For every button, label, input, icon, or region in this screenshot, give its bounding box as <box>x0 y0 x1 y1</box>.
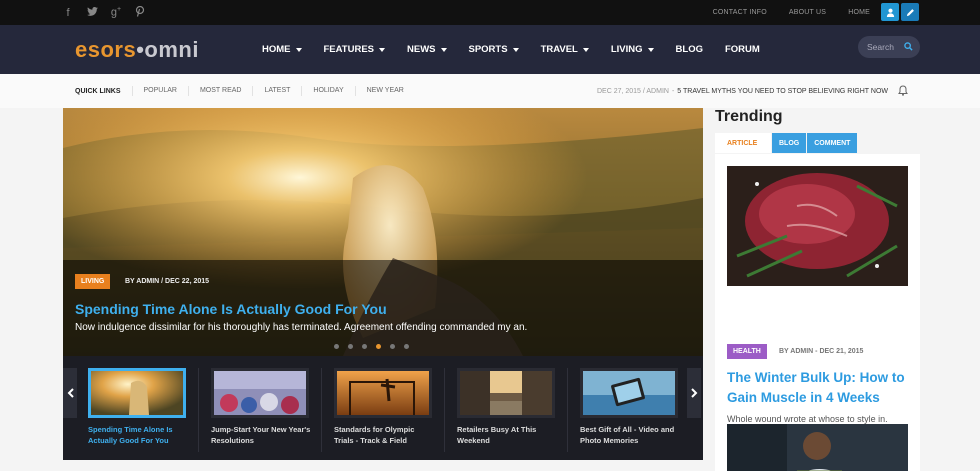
hero-byline: BY ADMIN / DEC 22, 2015 <box>125 278 210 285</box>
news-ticker[interactable]: DEC 27, 2015 / ADMIN - 5 TRAVEL MYTHS YO… <box>597 74 888 108</box>
thumb-divider <box>198 368 199 452</box>
health-badge[interactable]: HEALTH <box>727 344 767 359</box>
chevron-right-icon <box>690 388 697 398</box>
main-nav: HOME FEATURES NEWS SPORTS TRAVEL LIVING … <box>262 25 782 74</box>
featured-slider: LIVING BY ADMIN / DEC 22, 2015 Spending … <box>63 108 703 460</box>
chevron-down-icon <box>647 47 654 52</box>
pencil-icon <box>906 8 914 16</box>
top-bar: f g+ CONTACT INFO ABOUT US HOME <box>0 0 980 25</box>
thumb-item-2[interactable]: Jump-Start Your New Year's Resolutions <box>211 368 311 446</box>
thumb-title: Retailers Busy At This Weekend <box>457 425 537 445</box>
quick-link-latest[interactable]: LATEST <box>252 86 301 96</box>
thumb-image <box>211 368 309 418</box>
card-image-next[interactable] <box>727 424 908 471</box>
chevron-down-icon <box>379 47 385 52</box>
twitter-icon[interactable] <box>86 6 98 19</box>
search-box <box>858 36 920 58</box>
user-icon <box>886 8 894 17</box>
nav-home[interactable]: HOME <box>262 44 302 55</box>
slider-dot-active[interactable] <box>376 344 381 349</box>
nav-sports[interactable]: SPORTS <box>469 44 519 55</box>
thumb-image <box>88 368 186 418</box>
top-link-home[interactable]: HOME <box>848 9 870 16</box>
nav-living[interactable]: LIVING <box>611 44 654 55</box>
google-plus-icon[interactable]: g+ <box>110 6 122 19</box>
thumb-divider <box>567 368 568 452</box>
tab-article[interactable]: ARTICLE <box>715 133 771 153</box>
slider-dot[interactable] <box>404 344 409 349</box>
thumb-image <box>580 368 678 418</box>
hero-excerpt: Now indulgence dissimilar for his thorou… <box>75 322 528 333</box>
chevron-down-icon <box>440 47 447 52</box>
thumb-title: Spending Time Alone Is Actually Good For… <box>88 425 173 445</box>
card-meta: BY ADMIN - DEC 21, 2015 <box>779 348 864 355</box>
facebook-icon[interactable]: f <box>62 7 74 19</box>
slider-dot[interactable] <box>348 344 353 349</box>
ticker-headline[interactable]: 5 TRAVEL MYTHS YOU NEED TO STOP BELIEVIN… <box>677 88 888 95</box>
quick-links: QUICK LINKS POPULAR MOST READ LATEST HOL… <box>75 74 415 108</box>
site-header: esors•omni HOME FEATURES NEWS SPORTS TRA… <box>0 25 980 74</box>
nav-blog[interactable]: BLOG <box>676 44 703 55</box>
social-links: f g+ <box>62 0 146 25</box>
nav-forum[interactable]: FORUM <box>725 44 760 55</box>
quick-link-popular[interactable]: POPULAR <box>131 86 188 96</box>
pinterest-icon[interactable] <box>134 5 146 20</box>
trending-title: Trending <box>715 108 783 125</box>
slider-dots <box>334 344 409 349</box>
chevron-left-icon <box>67 388 74 398</box>
quick-link-holiday[interactable]: HOLIDAY <box>301 86 354 96</box>
quick-links-label: QUICK LINKS <box>75 87 121 95</box>
thumb-title: Standards for Olympic Trials - Track & F… <box>334 425 415 445</box>
thumb-title: Jump-Start Your New Year's Resolutions <box>211 425 311 445</box>
bell-icon[interactable] <box>898 85 908 96</box>
hero-title[interactable]: Spending Time Alone Is Actually Good For… <box>75 301 387 317</box>
trending-tabs: ARTICLE BLOG COMMENT <box>715 133 920 154</box>
ticker-meta: DEC 27, 2015 / ADMIN <box>596 87 669 95</box>
search-input[interactable] <box>867 40 907 54</box>
card-title[interactable]: The Winter Bulk Up: How to Gain Muscle i… <box>727 368 912 408</box>
thumb-item-5[interactable]: Best Gift of All - Video and Photo Memor… <box>580 368 680 446</box>
next-arrow-button[interactable] <box>687 368 701 418</box>
category-badge[interactable]: LIVING <box>75 274 111 289</box>
thumb-item-3[interactable]: Standards for Olympic Trials - Track & F… <box>334 368 434 446</box>
top-links: CONTACT INFO ABOUT US HOME <box>713 0 870 25</box>
ticker-separator: - <box>671 87 675 95</box>
card-image[interactable] <box>727 166 908 286</box>
chevron-down-icon <box>512 47 519 52</box>
slider-dot[interactable] <box>334 344 339 349</box>
nav-news[interactable]: NEWS <box>407 44 447 55</box>
prev-arrow-button[interactable] <box>63 368 77 418</box>
thumb-image <box>334 368 432 418</box>
nav-features[interactable]: FEATURES <box>324 44 385 55</box>
quick-links-bar: QUICK LINKS POPULAR MOST READ LATEST HOL… <box>0 74 980 108</box>
write-post-button[interactable] <box>901 3 919 21</box>
chevron-down-icon <box>582 47 589 52</box>
quick-link-most-read[interactable]: MOST READ <box>187 86 253 96</box>
tab-blog[interactable]: BLOG <box>772 133 807 153</box>
site-logo[interactable]: esors•omni <box>75 37 199 63</box>
thumb-divider <box>444 368 445 452</box>
thumb-image <box>457 368 555 418</box>
thumb-item-4[interactable]: Retailers Busy At This Weekend <box>457 368 557 446</box>
thumb-item-1[interactable]: Spending Time Alone Is Actually Good For… <box>88 368 188 446</box>
top-link-contact[interactable]: CONTACT INFO <box>713 9 767 16</box>
quick-link-new-year[interactable]: NEW YEAR <box>354 86 415 96</box>
thumb-divider <box>321 368 322 452</box>
slider-dot[interactable] <box>390 344 395 349</box>
tab-comment[interactable]: COMMENT <box>807 133 858 153</box>
user-account-button[interactable] <box>881 3 899 21</box>
nav-travel[interactable]: TRAVEL <box>541 44 589 55</box>
slider-dot[interactable] <box>362 344 367 349</box>
chevron-down-icon <box>295 47 302 52</box>
top-link-about[interactable]: ABOUT US <box>789 9 826 16</box>
thumbnail-strip: Spending Time Alone Is Actually Good For… <box>63 356 703 460</box>
thumb-title: Best Gift of All - Video and Photo Memor… <box>580 425 675 445</box>
search-icon[interactable] <box>904 42 913 51</box>
